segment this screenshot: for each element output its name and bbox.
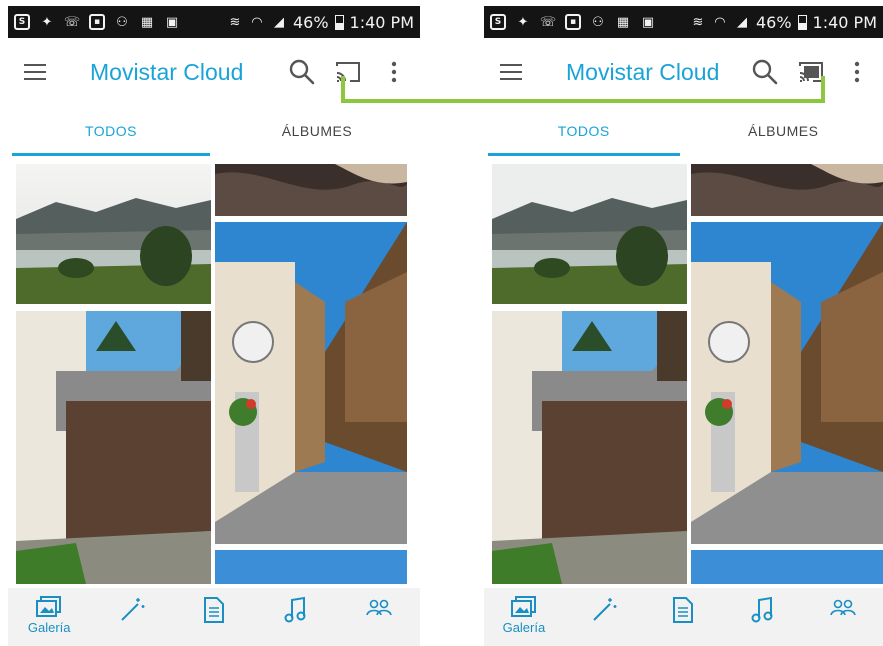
nav-gallery[interactable]: Galería <box>8 588 90 635</box>
people-icon <box>830 599 856 616</box>
photo-lake-landscape[interactable] <box>16 164 211 304</box>
cast-connected-icon[interactable] <box>791 52 831 92</box>
phone-screen-right: S ✦ ☏ ▪ ⚇ ▦ ▣ ≋ ◠ ◢ 46% 1:40 PM Movistar… <box>484 6 883 646</box>
photo-village-street[interactable] <box>691 222 883 544</box>
photo-grid <box>484 164 883 584</box>
photo-blue-partial[interactable] <box>691 550 883 584</box>
app-title: Movistar Cloud <box>566 58 720 85</box>
more-vert-icon[interactable] <box>837 52 877 92</box>
image-icon: ▪ <box>565 14 581 30</box>
music-icon <box>284 596 306 623</box>
signal-icon: ◢ <box>273 14 284 30</box>
tab-todos[interactable]: TODOS <box>484 106 684 156</box>
tab-bar: TODOS ÁLBUMES <box>484 106 883 156</box>
nav-magic[interactable] <box>90 588 172 624</box>
nav-contacts[interactable] <box>338 588 420 620</box>
clock: 1:40 PM <box>812 12 877 32</box>
music-icon <box>751 596 773 623</box>
battery-icon <box>797 14 807 30</box>
battery-percent: 46% <box>292 12 329 32</box>
tab-bar: TODOS ÁLBUMES <box>8 106 420 156</box>
nav-gallery-label: Galería <box>27 620 71 635</box>
photo-closeup-dark[interactable] <box>691 164 883 216</box>
nav-gallery[interactable]: Galería <box>484 588 564 635</box>
phone-screen-left: S ✦ ☏ ▪ ⚇ ▦ ▣ ≋ ◠ ◢ 46% 1:40 PM Movistar… <box>8 6 420 646</box>
more-vert-icon[interactable] <box>374 52 414 92</box>
vibrate-icon: ≋ <box>229 14 241 30</box>
nav-music[interactable] <box>723 588 803 624</box>
nav-documents[interactable] <box>173 588 255 624</box>
menu-icon[interactable] <box>8 45 62 99</box>
tab-albumes[interactable]: ÁLBUMES <box>684 106 883 156</box>
tab-albumes[interactable]: ÁLBUMES <box>214 106 420 156</box>
document-icon <box>204 597 225 623</box>
app-title: Movistar Cloud <box>90 58 244 85</box>
nav-contacts[interactable] <box>803 588 883 620</box>
wifi-icon: ◠ <box>251 14 263 30</box>
tab-todos[interactable]: TODOS <box>8 106 214 156</box>
clipboard-icon: ▣ <box>641 14 655 30</box>
photo-grid <box>8 164 420 584</box>
search-icon[interactable] <box>282 52 322 92</box>
document-icon <box>673 597 694 623</box>
gallery-icon <box>510 596 536 617</box>
app-bar: Movistar Cloud <box>484 38 883 106</box>
magic-wand-icon <box>120 598 145 621</box>
twitter-icon: ✦ <box>41 14 53 30</box>
nav-documents[interactable] <box>644 588 724 624</box>
skype-icon: S <box>490 14 506 30</box>
nav-gallery-label: Galería <box>502 620 546 635</box>
calendar-icon: ▦ <box>616 14 630 30</box>
photo-alpine-chalet[interactable] <box>492 311 687 584</box>
battery-icon <box>334 14 344 30</box>
clock: 1:40 PM <box>349 12 414 32</box>
bottom-nav: Galería <box>8 588 420 646</box>
bottom-nav: Galería <box>484 588 883 646</box>
status-bar: S ✦ ☏ ▪ ⚇ ▦ ▣ ≋ ◠ ◢ 46% 1:40 PM <box>484 6 883 38</box>
calendar-icon: ▦ <box>140 14 154 30</box>
image-icon: ▪ <box>89 14 105 30</box>
photo-alpine-chalet[interactable] <box>16 311 211 584</box>
menu-icon[interactable] <box>484 45 538 99</box>
clipboard-icon: ▣ <box>165 14 179 30</box>
photo-closeup-dark[interactable] <box>215 164 407 216</box>
gallery-icon <box>36 596 62 617</box>
search-icon[interactable] <box>745 52 785 92</box>
nav-magic[interactable] <box>564 588 644 624</box>
photo-village-street[interactable] <box>215 222 407 544</box>
twitter-icon: ✦ <box>517 14 529 30</box>
missed-call-icon: ☏ <box>539 14 557 30</box>
app-bar: Movistar Cloud <box>8 38 420 106</box>
wifi-icon: ◠ <box>714 14 726 30</box>
status-bar: S ✦ ☏ ▪ ⚇ ▦ ▣ ≋ ◠ ◢ 46% 1:40 PM <box>8 6 420 38</box>
signal-icon: ◢ <box>736 14 747 30</box>
add-contact-icon: ⚇ <box>116 14 128 30</box>
vibrate-icon: ≋ <box>692 14 704 30</box>
people-icon <box>366 599 392 616</box>
add-contact-icon: ⚇ <box>592 14 604 30</box>
cast-icon[interactable] <box>328 52 368 92</box>
photo-lake-landscape[interactable] <box>492 164 687 304</box>
battery-percent: 46% <box>755 12 792 32</box>
magic-wand-icon <box>592 598 617 621</box>
nav-music[interactable] <box>255 588 337 624</box>
skype-icon: S <box>14 14 30 30</box>
photo-blue-partial[interactable] <box>215 550 407 584</box>
missed-call-icon: ☏ <box>63 14 81 30</box>
